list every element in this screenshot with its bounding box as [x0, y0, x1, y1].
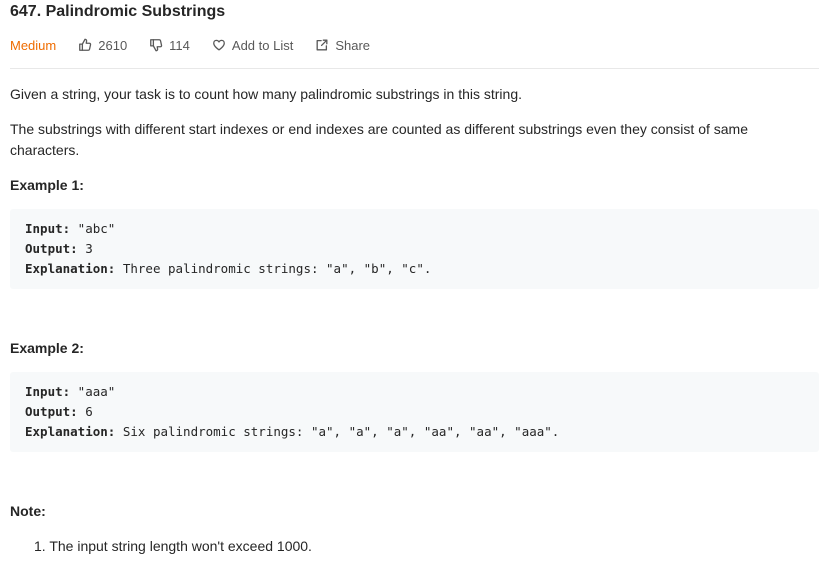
example-2-heading: Example 2: [10, 340, 84, 356]
problem-title: 647. Palindromic Substrings [10, 3, 226, 20]
input-value: "aaa" [70, 384, 116, 399]
example-2-input-line: Input: "aaa" [25, 382, 804, 402]
example-1-output-line: Output: 3 [25, 239, 804, 259]
header-divider [10, 68, 819, 69]
explanation-label: Explanation: [25, 261, 116, 276]
example-1-code-block: Input: "abc" Output: 3 Explanation: Thre… [10, 209, 819, 289]
example-2-code-block: Input: "aaa" Output: 6 Explanation: Six … [10, 372, 819, 452]
note-list: 1. The input string length won't exceed … [34, 536, 312, 556]
dislike-button[interactable]: 114 [149, 38, 190, 53]
output-label: Output: [25, 404, 78, 419]
share-icon [316, 39, 328, 51]
example-2-output-line: Output: 6 [25, 402, 804, 422]
dislike-count: 114 [169, 37, 190, 53]
heart-icon [213, 39, 225, 51]
like-button[interactable]: 2610 [78, 38, 127, 53]
output-value: 6 [77, 404, 93, 419]
explanation-label: Explanation: [25, 424, 116, 439]
example-1-input-line: Input: "abc" [25, 219, 804, 239]
difficulty-badge: Medium [10, 37, 57, 53]
thumbs-up-icon [79, 38, 92, 51]
output-label: Output: [25, 241, 78, 256]
share-label: Share [335, 37, 371, 53]
explanation-value: Three palindromic strings: "a", "b", "c"… [115, 261, 432, 276]
like-count: 2610 [98, 37, 128, 53]
thumbs-down-icon [150, 39, 163, 52]
input-label: Input: [25, 384, 71, 399]
output-value: 3 [77, 241, 93, 256]
example-2-explanation-line: Explanation: Six palindromic strings: "a… [25, 422, 804, 442]
note-heading: Note: [10, 503, 46, 519]
description-paragraph-2: The substrings with different start inde… [10, 121, 749, 158]
share-button[interactable]: Share [315, 38, 370, 53]
add-to-list-button[interactable]: Add to List [212, 38, 293, 53]
description-paragraph-1: Given a string, your task is to count ho… [10, 86, 522, 102]
note-item-number: 1. [34, 538, 46, 554]
explanation-value: Six palindromic strings: "a", "a", "a", … [115, 424, 560, 439]
input-value: "abc" [70, 221, 116, 236]
problem-meta-bar: Medium 2610 114 Add to List Share [10, 36, 392, 54]
input-label: Input: [25, 221, 71, 236]
example-1-heading: Example 1: [10, 177, 84, 193]
add-to-list-label: Add to List [231, 37, 294, 53]
note-item-text: The input string length won't exceed 100… [49, 538, 312, 554]
example-1-explanation-line: Explanation: Three palindromic strings: … [25, 259, 804, 279]
